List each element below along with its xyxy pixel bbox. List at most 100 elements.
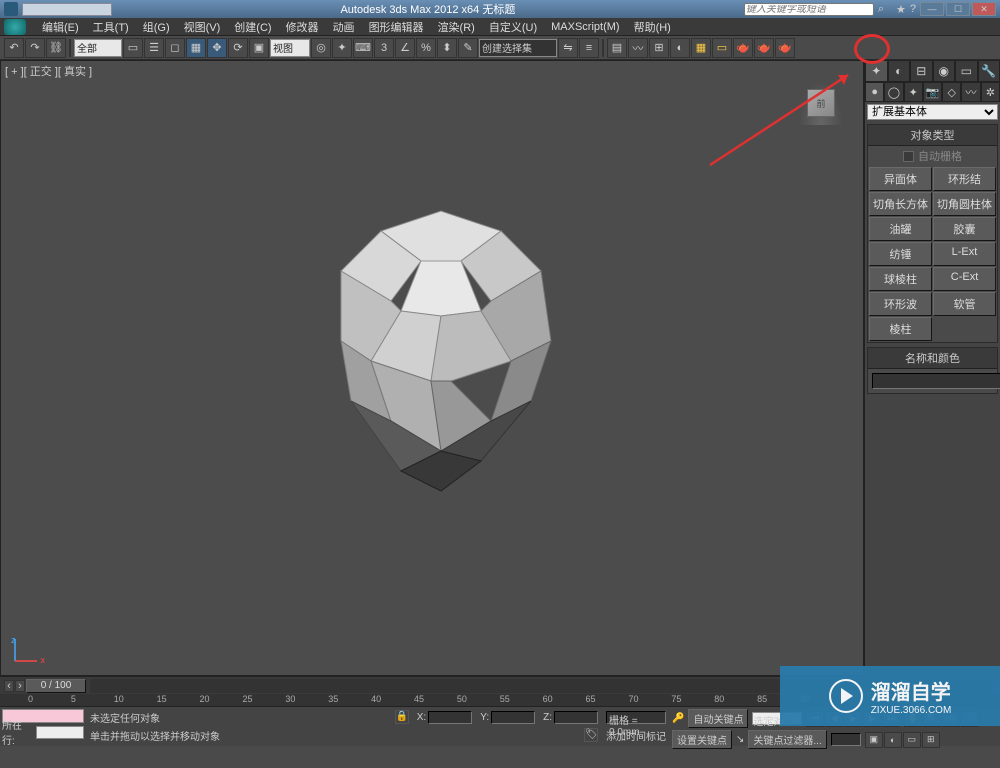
row-dropdown[interactable] bbox=[36, 726, 84, 739]
window-crossing-button[interactable]: ▦ bbox=[186, 38, 206, 58]
utilities-tab[interactable]: 🔧 bbox=[978, 60, 1000, 82]
btn-cext[interactable]: C-Ext bbox=[933, 267, 996, 291]
manipulate-button[interactable]: ✦ bbox=[332, 38, 352, 58]
favorites-icon[interactable]: ★ bbox=[896, 3, 906, 16]
link-button[interactable]: ⛓ bbox=[46, 38, 66, 58]
rendered-frame-button[interactable]: ▭ bbox=[712, 38, 732, 58]
close-button[interactable]: ✕ bbox=[972, 2, 996, 16]
category-dropdown[interactable]: 扩展基本体 bbox=[867, 104, 998, 120]
menu-create[interactable]: 创建(C) bbox=[228, 17, 277, 37]
render-iterative-button[interactable]: 🫖 bbox=[754, 38, 774, 58]
mesh-object[interactable] bbox=[281, 201, 601, 501]
named-selection-dropdown[interactable]: 创建选择集 bbox=[479, 39, 557, 57]
render-setup-button[interactable]: ▦ bbox=[691, 38, 711, 58]
btn-torusknot[interactable]: 环形结 bbox=[933, 167, 996, 191]
menu-group[interactable]: 组(G) bbox=[137, 17, 176, 37]
frame-indicator[interactable]: 0 / 100 bbox=[26, 679, 86, 693]
render-production-button[interactable]: 🫖 bbox=[733, 38, 753, 58]
btn-gengon[interactable]: 球棱柱 bbox=[869, 267, 932, 291]
keyboard-shortcut-button[interactable]: ⌨ bbox=[353, 38, 373, 58]
nav-fov-button[interactable]: ◐ bbox=[884, 732, 902, 748]
viewcube-face[interactable]: 前 bbox=[807, 89, 835, 117]
btn-prism[interactable]: 棱柱 bbox=[869, 317, 932, 341]
btn-chamferbox[interactable]: 切角长方体 bbox=[869, 192, 932, 216]
coord-y-input[interactable] bbox=[491, 711, 535, 724]
object-name-input[interactable] bbox=[872, 373, 1000, 389]
align-button[interactable]: ≡ bbox=[579, 38, 599, 58]
render-button[interactable]: 🫖 bbox=[775, 38, 795, 58]
cameras-subtab[interactable]: 📷 bbox=[923, 82, 942, 102]
shapes-subtab[interactable]: ◯ bbox=[884, 82, 903, 102]
nav-minmax-button[interactable]: ⊞ bbox=[922, 732, 940, 748]
curve-editor-button[interactable]: 〰 bbox=[628, 38, 648, 58]
percent-snap-button[interactable]: % bbox=[416, 38, 436, 58]
coord-x-input[interactable] bbox=[428, 711, 472, 724]
nav-region-button[interactable]: ▭ bbox=[903, 732, 921, 748]
select-region-button[interactable]: ◻ bbox=[165, 38, 185, 58]
menu-edit[interactable]: 编辑(E) bbox=[36, 17, 85, 37]
current-frame-input[interactable] bbox=[831, 733, 861, 746]
display-tab[interactable]: ▭ bbox=[955, 60, 978, 82]
btn-hose[interactable]: 软管 bbox=[933, 292, 996, 316]
btn-hedra[interactable]: 异面体 bbox=[869, 167, 932, 191]
key-mode-icon[interactable]: ↘ bbox=[736, 734, 744, 745]
time-tag-icon[interactable]: 🏷 bbox=[584, 728, 598, 742]
menu-help[interactable]: 帮助(H) bbox=[628, 17, 677, 37]
select-object-button[interactable]: ▭ bbox=[123, 38, 143, 58]
app-logo-icon[interactable] bbox=[4, 19, 26, 35]
maximize-button[interactable]: ☐ bbox=[946, 2, 970, 16]
select-scale-button[interactable]: ▣ bbox=[249, 38, 269, 58]
btn-lext[interactable]: L-Ext bbox=[933, 242, 996, 266]
undo-button[interactable]: ↶ bbox=[4, 38, 24, 58]
btn-capsule[interactable]: 胶囊 bbox=[933, 217, 996, 241]
viewcube[interactable]: 前 bbox=[799, 81, 843, 125]
select-by-name-button[interactable]: ☰ bbox=[144, 38, 164, 58]
timeline-left-caret[interactable]: ‹ bbox=[4, 680, 14, 692]
menu-rendering[interactable]: 渲染(R) bbox=[432, 17, 481, 37]
use-center-button[interactable]: ◎ bbox=[311, 38, 331, 58]
setkey-button[interactable]: 设置关键点 bbox=[672, 730, 732, 749]
spinner-snap-button[interactable]: ⬍ bbox=[437, 38, 457, 58]
motion-tab[interactable]: ◉ bbox=[933, 60, 956, 82]
search-icon[interactable]: ⌕ bbox=[878, 3, 884, 16]
key-filters-button[interactable]: 关键点过滤器... bbox=[748, 730, 826, 749]
name-color-rollout[interactable]: 名称和颜色 bbox=[868, 348, 997, 369]
btn-spindle[interactable]: 纺锤 bbox=[869, 242, 932, 266]
spacewarps-subtab[interactable]: 〰 bbox=[961, 82, 980, 102]
menu-customize[interactable]: 自定义(U) bbox=[483, 17, 543, 37]
select-rotate-button[interactable]: ⟳ bbox=[228, 38, 248, 58]
edit-selection-button[interactable]: ✎ bbox=[458, 38, 478, 58]
autokey-button[interactable]: 自动关键点 bbox=[688, 709, 748, 728]
menu-grapheditors[interactable]: 图形编辑器 bbox=[363, 17, 430, 37]
btn-ringwave[interactable]: 环形波 bbox=[869, 292, 932, 316]
autogrid-checkbox[interactable]: 自动栅格 bbox=[868, 146, 997, 166]
create-tab[interactable]: ✦ bbox=[865, 60, 888, 82]
help-search-input[interactable] bbox=[744, 3, 874, 16]
nav-zoom-extents-button[interactable]: ▣ bbox=[865, 732, 883, 748]
coord-z-input[interactable] bbox=[554, 711, 598, 724]
viewport[interactable]: [ + ][ 正交 ][ 真实 ] 前 bbox=[0, 60, 864, 676]
menu-maxscript[interactable]: MAXScript(M) bbox=[545, 19, 625, 35]
snap-toggle-button[interactable]: 3 bbox=[374, 38, 394, 58]
geometry-subtab[interactable]: ● bbox=[865, 82, 884, 102]
lights-subtab[interactable]: ✦ bbox=[904, 82, 923, 102]
schematic-view-button[interactable]: ⊞ bbox=[649, 38, 669, 58]
systems-subtab[interactable]: ✲ bbox=[981, 82, 1000, 102]
hierarchy-tab[interactable]: ⊟ bbox=[910, 60, 933, 82]
menu-modifiers[interactable]: 修改器 bbox=[280, 17, 325, 37]
material-editor-button[interactable]: ◐ bbox=[670, 38, 690, 58]
menu-tools[interactable]: 工具(T) bbox=[87, 17, 135, 37]
object-type-rollout[interactable]: 对象类型 bbox=[868, 125, 997, 146]
select-move-button[interactable]: ✥ bbox=[207, 38, 227, 58]
layers-button[interactable]: ▤ bbox=[607, 38, 627, 58]
add-time-tag[interactable]: 添加时间标记 bbox=[606, 728, 666, 743]
key-icon[interactable]: 🔑 bbox=[672, 713, 684, 724]
helpers-subtab[interactable]: ◇ bbox=[942, 82, 961, 102]
btn-chamfercyl[interactable]: 切角圆柱体 bbox=[933, 192, 996, 216]
workspace-dropdown[interactable] bbox=[22, 3, 112, 16]
redo-button[interactable]: ↷ bbox=[25, 38, 45, 58]
menu-animation[interactable]: 动画 bbox=[327, 17, 361, 37]
ref-coord-dropdown[interactable]: 视图 bbox=[270, 39, 310, 57]
modify-tab[interactable]: ◐ bbox=[888, 60, 911, 82]
menu-view[interactable]: 视图(V) bbox=[178, 17, 227, 37]
